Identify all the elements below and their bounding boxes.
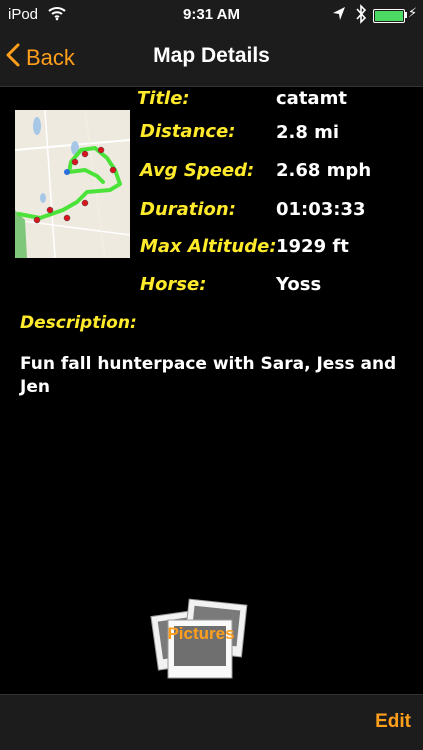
route-map-thumbnail[interactable] (15, 110, 130, 258)
horse-label: Horse: (140, 274, 207, 295)
description-text: Fun fall hunterpace with Sara, Jess and … (20, 354, 397, 397)
description-label: Description: (20, 313, 137, 333)
charging-bolt-icon: ⚡ (408, 5, 418, 20)
status-bar: iPod 9:31 AM ⚡ (0, 0, 423, 30)
max-altitude-label: Max Altitude: (140, 236, 277, 257)
title-label: Title: (137, 88, 190, 109)
bottom-toolbar: Edit (0, 694, 423, 750)
max-altitude-value: 1929 ft (276, 236, 349, 257)
page-title: Map Details (153, 44, 270, 67)
duration-label: Duration: (140, 199, 236, 220)
distance-value: 2.8 mi (276, 122, 340, 143)
location-arrow-icon (332, 6, 346, 26)
avg-speed-label: Avg Speed: (140, 160, 255, 181)
edit-button[interactable]: Edit (375, 711, 411, 733)
pictures-button[interactable]: Pictures (150, 596, 252, 680)
duration-value: 01:03:33 (276, 199, 366, 220)
horse-value: Yoss (276, 274, 322, 295)
battery-icon (373, 9, 405, 23)
avg-speed-value: 2.68 mph (276, 160, 372, 181)
battery-cap (405, 12, 407, 18)
distance-label: Distance: (140, 121, 236, 142)
navigation-bar: Back Map Details (0, 30, 423, 87)
pictures-button-label: Pictures (167, 624, 235, 643)
bluetooth-icon (355, 4, 367, 28)
title-value: catamt (276, 88, 347, 109)
